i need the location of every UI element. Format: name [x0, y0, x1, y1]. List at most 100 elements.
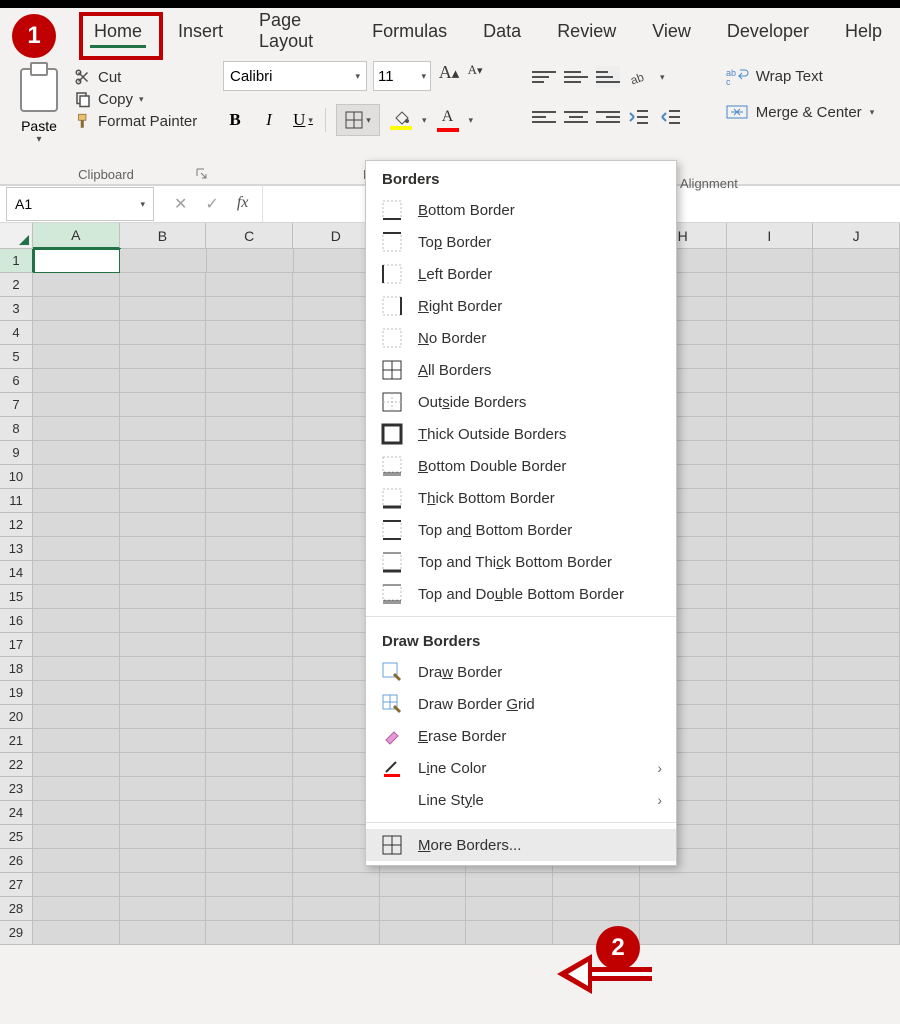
menu-item-line-style[interactable]: Line Style ›	[366, 784, 676, 816]
cell[interactable]	[813, 921, 900, 945]
cell[interactable]	[727, 273, 814, 297]
cell[interactable]	[727, 921, 814, 945]
row-header[interactable]: 8	[0, 417, 33, 441]
cell[interactable]	[33, 657, 120, 681]
menu-item-erase-border[interactable]: Erase Border	[366, 720, 676, 752]
cell[interactable]	[120, 921, 207, 945]
menu-item-draw-border[interactable]: Draw Border	[366, 656, 676, 688]
row-header[interactable]: 17	[0, 633, 33, 657]
cell[interactable]	[33, 417, 120, 441]
cell[interactable]	[640, 873, 727, 897]
cell[interactable]	[206, 681, 293, 705]
cell[interactable]	[206, 849, 293, 873]
menu-item-top-and-thick-bottom-border[interactable]: Top and Thick Bottom Border	[366, 546, 676, 578]
cell[interactable]	[727, 777, 814, 801]
menu-item-right-border[interactable]: Right Border	[366, 290, 676, 322]
row-header[interactable]: 6	[0, 369, 33, 393]
cell[interactable]	[120, 633, 207, 657]
row-header[interactable]: 13	[0, 537, 33, 561]
align-center-button[interactable]	[564, 106, 588, 128]
cell[interactable]	[813, 609, 900, 633]
cell[interactable]	[813, 681, 900, 705]
cell[interactable]	[120, 513, 207, 537]
align-right-button[interactable]	[596, 106, 620, 128]
cell[interactable]	[33, 537, 120, 561]
row-header[interactable]: 29	[0, 921, 33, 945]
cell[interactable]	[293, 897, 380, 921]
cell[interactable]	[33, 825, 120, 849]
cell[interactable]	[120, 537, 207, 561]
cell[interactable]	[33, 345, 120, 369]
cell[interactable]	[120, 465, 207, 489]
cell[interactable]	[120, 585, 207, 609]
cell[interactable]	[553, 897, 640, 921]
cell[interactable]	[727, 753, 814, 777]
col-header[interactable]: A	[33, 223, 120, 249]
cell[interactable]	[206, 561, 293, 585]
chevron-down-icon[interactable]: ▾	[421, 71, 426, 82]
cell[interactable]	[640, 897, 727, 921]
cell[interactable]	[120, 849, 207, 873]
cell[interactable]	[120, 753, 207, 777]
format-painter-button[interactable]: Format Painter	[74, 112, 202, 130]
chevron-down-icon[interactable]: ▾	[139, 94, 144, 105]
cut-button[interactable]: Cut	[74, 68, 202, 86]
col-header[interactable]: B	[120, 223, 207, 249]
cell[interactable]	[206, 321, 293, 345]
cell[interactable]	[33, 441, 120, 465]
cell[interactable]	[813, 393, 900, 417]
dialog-launcher-icon[interactable]	[196, 168, 208, 180]
merge-center-button[interactable]: Merge & Center ▾	[726, 94, 889, 130]
cell[interactable]	[727, 633, 814, 657]
cell[interactable]	[293, 873, 380, 897]
menu-item-line-color[interactable]: Line Color ›	[366, 752, 676, 784]
cell[interactable]	[120, 705, 207, 729]
cell[interactable]	[380, 897, 467, 921]
cell[interactable]	[813, 537, 900, 561]
menu-item-thick-bottom-border[interactable]: Thick Bottom Border	[366, 482, 676, 514]
font-color-button[interactable]: A	[437, 108, 459, 132]
row-header[interactable]: 16	[0, 609, 33, 633]
cell[interactable]	[727, 657, 814, 681]
grow-font-button[interactable]: A▴	[437, 62, 461, 90]
cell[interactable]	[206, 729, 293, 753]
cell[interactable]	[120, 273, 207, 297]
col-header[interactable]: I	[727, 223, 814, 249]
cell[interactable]	[120, 417, 207, 441]
tab-insert[interactable]: Insert	[160, 13, 241, 50]
cell[interactable]	[33, 465, 120, 489]
cell[interactable]	[206, 585, 293, 609]
cell[interactable]	[120, 657, 207, 681]
cell[interactable]	[640, 921, 727, 945]
chevron-down-icon[interactable]: ▾	[469, 115, 474, 126]
cell[interactable]	[206, 801, 293, 825]
cell[interactable]	[206, 825, 293, 849]
row-header[interactable]: 19	[0, 681, 33, 705]
cell[interactable]	[206, 489, 293, 513]
row-header[interactable]: 24	[0, 801, 33, 825]
select-all-corner[interactable]	[0, 223, 33, 249]
cell[interactable]	[813, 297, 900, 321]
cell[interactable]	[206, 369, 293, 393]
cell[interactable]	[727, 561, 814, 585]
cell[interactable]	[33, 297, 120, 321]
cell[interactable]	[120, 345, 207, 369]
cell[interactable]	[33, 897, 120, 921]
fill-color-button[interactable]	[390, 110, 412, 130]
row-header[interactable]: 28	[0, 897, 33, 921]
row-header[interactable]: 7	[0, 393, 33, 417]
underline-button[interactable]: U▾	[291, 106, 315, 134]
menu-item-bottom-border[interactable]: Bottom Border	[366, 194, 676, 226]
menu-item-outside-borders[interactable]: Outside Borders	[366, 386, 676, 418]
cell[interactable]	[727, 729, 814, 753]
cell[interactable]	[206, 921, 293, 945]
row-header[interactable]: 27	[0, 873, 33, 897]
tab-formulas[interactable]: Formulas	[354, 13, 465, 50]
cell[interactable]	[206, 513, 293, 537]
align-top-button[interactable]	[532, 66, 556, 88]
cell[interactable]	[206, 297, 293, 321]
cell[interactable]	[727, 897, 814, 921]
menu-item-no-border[interactable]: No Border	[366, 322, 676, 354]
chevron-down-icon[interactable]: ▾	[422, 115, 427, 126]
cancel-formula-icon[interactable]: ✕	[174, 194, 187, 214]
